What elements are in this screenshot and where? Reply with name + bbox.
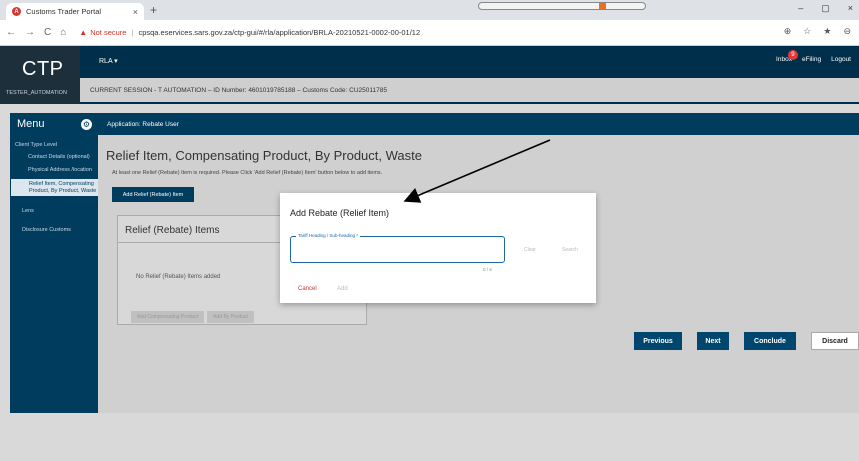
menu-item-relief-item[interactable]: Relief Item, Compensating Product, By Pr… xyxy=(11,179,98,196)
forward-icon[interactable]: → xyxy=(25,27,35,38)
user-name: TESTER_AUTOMATION xyxy=(6,90,67,96)
session-text: CURRENT SESSION - T AUTOMATION – ID Numb… xyxy=(90,86,387,94)
char-counter: 0 / 8 xyxy=(483,267,492,272)
settings-icon[interactable]: ⚙ xyxy=(81,118,92,130)
wizard-buttons: Previous Next Conclude Discard xyxy=(634,332,859,350)
back-icon[interactable]: ← xyxy=(6,27,16,38)
dialog-title: Add Rebate (Relief Item) xyxy=(290,208,390,218)
ctp-logo: CTP xyxy=(22,58,64,80)
url-text: cpsqa.eservices.sars.gov.za/ctp-gui/#/rl… xyxy=(138,28,421,37)
home-icon[interactable]: ⌂ xyxy=(60,27,66,38)
tab-title: Customs Trader Portal xyxy=(26,7,102,16)
add-rebate-dialog: Add Rebate (Relief Item) Tariff Heading … xyxy=(280,193,596,303)
add-relief-item-button[interactable]: Add Relief (Rebate) Item xyxy=(112,187,194,202)
search-button[interactable]: Search xyxy=(562,247,578,253)
reload-icon[interactable]: C xyxy=(44,27,51,38)
browser-tab-strip: A Customs Trader Portal × + – ▢ × xyxy=(0,0,859,20)
site-favicon-icon: A xyxy=(12,7,21,16)
left-menu: Menu ⚙ Client Type Level Contact Details… xyxy=(10,113,98,413)
window-controls: – ▢ × xyxy=(798,3,853,14)
new-tab-icon[interactable]: + xyxy=(150,3,157,17)
extensions-icon[interactable]: ★ xyxy=(823,26,831,37)
discard-button[interactable]: Discard xyxy=(811,332,859,350)
minimize-icon[interactable]: – xyxy=(798,3,803,14)
efiling-link[interactable]: eFiling xyxy=(802,56,821,63)
conclude-button[interactable]: Conclude xyxy=(744,332,796,350)
maximize-icon[interactable]: ▢ xyxy=(821,3,830,14)
add-compensating-product-button[interactable]: Add Compensating Product xyxy=(131,311,205,323)
menu-item-lens[interactable]: Lens xyxy=(10,208,98,215)
drag-marker-icon xyxy=(599,3,606,9)
brand-block: CTP TESTER_AUTOMATION xyxy=(0,46,80,104)
add-by-product-button[interactable]: Add By Product xyxy=(207,311,254,323)
add-button[interactable]: Add xyxy=(337,286,348,292)
instruction-text: At least one Relief (Rebate) Item is req… xyxy=(112,170,383,176)
clear-button[interactable]: Clear xyxy=(524,247,536,253)
previous-button[interactable]: Previous xyxy=(634,332,682,350)
browser-right-icons: ⊕ ☆ ★ ⊖ xyxy=(784,26,851,37)
close-window-icon[interactable]: × xyxy=(848,3,853,14)
zoom-icon[interactable]: ⊕ xyxy=(784,26,792,37)
menu-item-contact-details[interactable]: Contact Details (optional) xyxy=(10,154,98,161)
next-button[interactable]: Next xyxy=(697,332,729,350)
menu-item-physical-address[interactable]: Physical Address /location xyxy=(10,167,98,174)
page-footer-area xyxy=(0,418,859,461)
tariff-heading-input[interactable] xyxy=(295,246,500,258)
card-title: Relief (Rebate) Items xyxy=(125,225,220,236)
inbox-badge: 9 xyxy=(787,50,798,60)
window-drag-handle[interactable] xyxy=(478,2,646,10)
session-bar: CURRENT SESSION - T AUTOMATION – ID Numb… xyxy=(80,78,859,102)
tab-close-icon[interactable]: × xyxy=(133,7,138,17)
logout-link[interactable]: Logout xyxy=(831,56,851,63)
inbox-link[interactable]: Inbox 9 xyxy=(776,50,798,63)
url-separator: | xyxy=(131,28,134,37)
application-label: Application: Rebate User xyxy=(107,120,179,128)
address-bar: ← → C ⌂ ▲ Not secure | cpsqa.eservices.s… xyxy=(0,20,859,46)
menu-level-label: Client Type Level xyxy=(15,142,58,148)
bookmark-star-icon[interactable]: ☆ xyxy=(803,26,811,37)
cancel-button[interactable]: Cancel xyxy=(298,286,317,292)
rla-dropdown[interactable]: RLA ▾ xyxy=(99,57,118,65)
profile-icon[interactable]: ⊖ xyxy=(843,26,851,37)
menu-title: Menu xyxy=(17,118,45,130)
empty-message: No Relief (Rebate) Items added xyxy=(136,274,221,280)
browser-tab[interactable]: A Customs Trader Portal × xyxy=(6,3,144,20)
header-links: Inbox 9 eFiling Logout xyxy=(776,50,851,63)
tariff-field-label: Tariff Heading / Sub-heading * xyxy=(296,233,360,238)
card-buttons: Add Compensating Product Add By Product xyxy=(131,311,254,323)
warning-icon: ▲ xyxy=(79,28,88,37)
menu-header: Menu ⚙ xyxy=(10,113,98,135)
not-secure-label: Not secure xyxy=(90,28,127,37)
url-field[interactable]: ▲ Not secure | cpsqa.eservices.sars.gov.… xyxy=(79,28,420,37)
tariff-heading-field: Tariff Heading / Sub-heading * xyxy=(290,233,505,263)
page-title: Relief Item, Compensating Product, By Pr… xyxy=(106,148,422,163)
menu-item-disclosure-customs[interactable]: Disclosure Customs xyxy=(10,227,98,234)
application-header: Application: Rebate User xyxy=(98,113,859,135)
